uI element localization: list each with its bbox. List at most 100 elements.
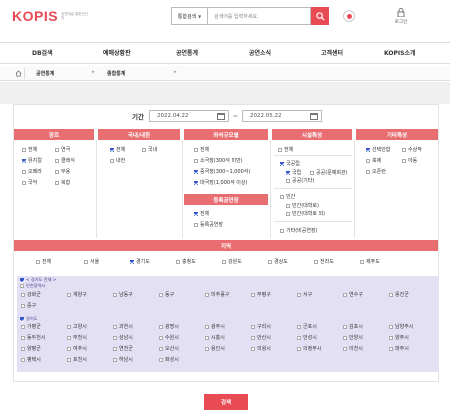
nav-about[interactable]: KOPIS소개 xyxy=(384,48,415,57)
nav-db-search[interactable]: DB검색 xyxy=(32,48,53,57)
district-checkbox[interactable]: 양평군 xyxy=(21,345,41,352)
district-checkbox[interactable]: 이천시 xyxy=(343,345,363,352)
district-checkbox[interactable]: 의정부시 xyxy=(297,345,321,352)
district-checkbox[interactable]: 부천시 xyxy=(67,334,87,341)
district-checkbox[interactable]: 광주시 xyxy=(205,323,225,330)
scale-all-checkbox[interactable]: 전체 xyxy=(194,146,209,153)
breadcrumb-level2[interactable]: 종합통계 xyxy=(107,70,125,77)
calendar-icon[interactable] xyxy=(310,113,318,120)
home-icon[interactable] xyxy=(14,68,25,79)
region-jeolla-checkbox[interactable]: 전라도 xyxy=(314,258,334,265)
other-award-checkbox[interactable]: 수상작 xyxy=(402,146,422,153)
facility-public-arts-checkbox[interactable]: 공공(문예회관) xyxy=(310,169,348,176)
genre-dance-checkbox[interactable]: 무용 xyxy=(55,168,70,175)
kopis-logo[interactable]: KOPIS 공연예술 통합전산망 xyxy=(12,8,89,24)
facility-all-checkbox[interactable]: 전체 xyxy=(278,146,293,153)
district-checkbox[interactable]: 중구 xyxy=(21,302,36,309)
district-checkbox[interactable]: 고양시 xyxy=(67,323,87,330)
other-none-checkbox[interactable]: 선택안함 xyxy=(366,146,390,153)
district-checkbox[interactable]: 성남시 xyxy=(113,334,133,341)
start-date-field[interactable]: 2022.04.22 xyxy=(148,110,229,122)
district-checkbox[interactable]: 강화군 xyxy=(21,291,41,298)
group-incheon-checkbox[interactable]: 인천광역시 xyxy=(20,283,45,289)
district-checkbox[interactable]: 양주시 xyxy=(389,334,409,341)
nav-support[interactable]: 고객센터 xyxy=(321,48,343,57)
genre-complex-checkbox[interactable]: 복합 xyxy=(55,179,70,186)
facility-nonvenue-checkbox[interactable]: 기타(비공연장) xyxy=(280,227,318,234)
calendar-icon[interactable] xyxy=(216,113,225,120)
login-button[interactable]: 로그인 xyxy=(392,8,410,25)
district-checkbox[interactable]: 파주시 xyxy=(389,345,409,352)
facility-private-checkbox[interactable]: 민간 xyxy=(280,193,295,200)
breadcrumb-level1[interactable]: 공연통계 xyxy=(36,70,54,77)
district-checkbox[interactable]: 광명시 xyxy=(159,323,179,330)
genre-gugak-checkbox[interactable]: 국악 xyxy=(22,179,37,186)
registered-all-checkbox[interactable]: 전체 xyxy=(194,210,209,217)
end-date-field[interactable]: 2022.05.22 xyxy=(242,110,322,122)
region-gyeongsang-checkbox[interactable]: 경상도 xyxy=(268,258,288,265)
search-scope-select[interactable]: 통합검색 ▼ xyxy=(171,7,207,25)
district-checkbox[interactable]: 하남시 xyxy=(113,356,133,363)
region-jeju-checkbox[interactable]: 제주도 xyxy=(360,258,380,265)
district-checkbox[interactable]: 동두천시 xyxy=(21,334,45,341)
district-checkbox[interactable]: 미추홀구 xyxy=(205,291,229,298)
facility-national-checkbox[interactable]: 국립 xyxy=(286,169,301,176)
nav-ticketing-board[interactable]: 예매상황판 xyxy=(103,48,131,57)
district-checkbox[interactable]: 용인시 xyxy=(205,345,225,352)
nav-statistics[interactable]: 공연통계 xyxy=(176,48,198,57)
facility-public-checkbox[interactable]: 국공립 xyxy=(280,160,300,167)
genre-classic-checkbox[interactable]: 클래식 xyxy=(55,157,75,164)
domestic-local-checkbox[interactable]: 국내 xyxy=(142,146,157,153)
district-checkbox[interactable]: 서구 xyxy=(297,291,312,298)
region-gangwon-checkbox[interactable]: 강원도 xyxy=(222,258,242,265)
district-checkbox[interactable]: 연천군 xyxy=(113,345,133,352)
domestic-visiting-checkbox[interactable]: 내한 xyxy=(110,157,125,164)
district-checkbox[interactable]: 안산시 xyxy=(251,334,271,341)
scale-medium-checkbox[interactable]: 중극장(300~1,000석) xyxy=(194,168,250,175)
district-checkbox[interactable]: 과천시 xyxy=(113,323,133,330)
district-checkbox[interactable]: 오산시 xyxy=(159,345,179,352)
scale-small-checkbox[interactable]: 소극장(300석 미만) xyxy=(194,157,243,164)
district-checkbox[interactable]: 연수구 xyxy=(343,291,363,298)
group-gyeonggi-checkbox[interactable]: 경기도 xyxy=(20,316,38,322)
facility-private-daehakro-checkbox[interactable]: 민간(대학로) xyxy=(286,202,319,209)
search-button[interactable] xyxy=(311,7,329,25)
facility-public-etc-checkbox[interactable]: 공공(기타) xyxy=(286,177,314,184)
district-checkbox[interactable]: 구리시 xyxy=(251,323,271,330)
district-checkbox[interactable]: 안성시 xyxy=(297,334,317,341)
genre-musical-checkbox[interactable]: 뮤지컬 xyxy=(22,157,42,164)
district-checkbox[interactable]: 수원시 xyxy=(159,334,179,341)
other-openrun-checkbox[interactable]: 오픈런 xyxy=(366,168,386,175)
district-checkbox[interactable]: 안양시 xyxy=(343,334,363,341)
district-checkbox[interactable]: 부평구 xyxy=(251,291,271,298)
domestic-all-checkbox[interactable]: 전체 xyxy=(110,146,125,153)
district-checkbox[interactable]: 남양주시 xyxy=(389,323,413,330)
region-all-checkbox[interactable]: 전체 xyxy=(36,258,51,265)
other-festival-checkbox[interactable]: 축제 xyxy=(366,157,381,164)
region-gyeonggi-checkbox[interactable]: 경기도 xyxy=(130,258,150,265)
district-checkbox[interactable]: 평택시 xyxy=(21,356,41,363)
district-checkbox[interactable]: 동구 xyxy=(159,291,174,298)
other-kids-checkbox[interactable]: 아동 xyxy=(402,157,417,164)
district-checkbox[interactable]: 포천시 xyxy=(67,356,87,363)
district-checkbox[interactable]: 여주시 xyxy=(67,345,87,352)
district-checkbox[interactable]: 계양구 xyxy=(67,291,87,298)
district-checkbox[interactable]: 군포시 xyxy=(297,323,317,330)
district-checkbox[interactable]: 의왕시 xyxy=(251,345,271,352)
facility-private-other-checkbox[interactable]: 민간(대학로 외) xyxy=(286,210,325,217)
district-checkbox[interactable]: 옹진군 xyxy=(389,291,409,298)
region-seoul-checkbox[interactable]: 서울 xyxy=(84,258,99,265)
search-input[interactable]: 검색어를 입력하세요. xyxy=(207,7,311,25)
genre-opera-checkbox[interactable]: 오페라 xyxy=(22,168,42,175)
district-checkbox[interactable]: 가평군 xyxy=(21,323,41,330)
nav-news[interactable]: 공연소식 xyxy=(249,48,271,57)
genre-all-checkbox[interactable]: 전체 xyxy=(22,146,37,153)
genre-theater-checkbox[interactable]: 연극 xyxy=(55,146,70,153)
district-checkbox[interactable]: 남동구 xyxy=(113,291,133,298)
submit-search-button[interactable]: 검색 xyxy=(204,394,248,410)
district-checkbox[interactable]: 김포시 xyxy=(343,323,363,330)
scale-large-checkbox[interactable]: 대극장(1,000석 이상) xyxy=(194,179,247,186)
district-checkbox[interactable]: 시흥시 xyxy=(205,334,225,341)
region-chungcheong-checkbox[interactable]: 충청도 xyxy=(176,258,196,265)
korea-flag-icon[interactable] xyxy=(343,10,355,22)
